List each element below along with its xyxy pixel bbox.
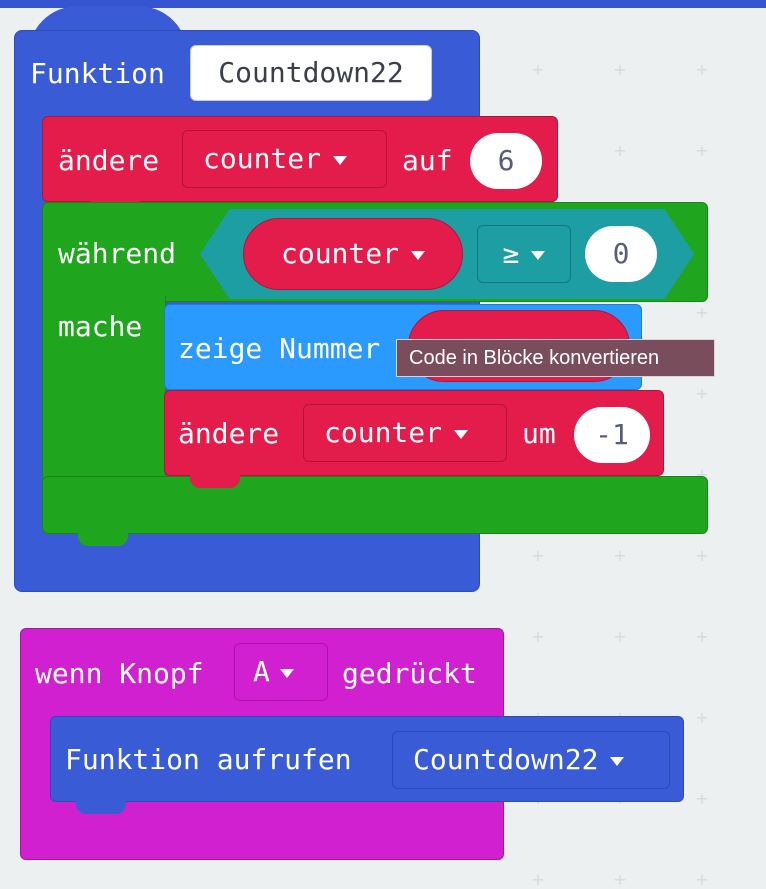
change-block-notch [190,474,240,488]
change-by-label: um [522,417,556,450]
while-keyword: während [58,237,177,270]
grid-plus-mark: + [613,141,627,160]
set-variable-name: counter [203,142,322,175]
call-block-notch [76,800,126,814]
grid-plus-mark: + [695,870,709,889]
grid-plus-mark: + [695,384,709,403]
call-function-label: Funktion aufrufen [65,743,352,776]
button-select-dropdown[interactable]: A [234,643,328,701]
change-value-input[interactable]: -1 [574,407,650,463]
dropdown-arrow-icon [279,668,294,678]
grid-plus-mark: + [531,627,545,646]
grid-plus-mark: + [695,627,709,646]
grid-plus-mark: + [695,789,709,808]
button-prefix-label: wenn Knopf [35,657,204,690]
change-keyword: ändere [178,417,280,450]
grid-plus-mark: + [695,60,709,79]
while-block-footer [42,476,708,534]
grid-plus-mark: + [695,303,709,322]
button-name: A [253,655,270,688]
set-variable-dropdown[interactable]: counter [182,130,387,188]
show-number-label: zeige Nummer [178,332,381,365]
dropdown-arrow-icon [411,250,425,260]
function-keyword: Funktion [30,57,165,90]
condition-variable-name: counter [280,237,399,270]
grid-plus-mark: + [695,141,709,160]
button-suffix-label: gedrückt [342,657,477,690]
comparison-operator-dropdown[interactable]: ≥ [477,225,571,283]
do-label: mache [58,310,143,343]
grid-plus-mark: + [695,546,709,565]
tooltip: Code in Blöcke konvertieren [396,339,715,377]
set-value-input[interactable]: 6 [470,133,542,189]
dropdown-arrow-icon [610,756,625,766]
grid-plus-mark: + [613,627,627,646]
change-variable-name: counter [324,416,443,449]
dropdown-arrow-icon [333,155,348,165]
call-function-name: Countdown22 [413,743,599,776]
condition-value-input[interactable]: 0 [585,226,657,282]
grid-plus-mark: + [613,546,627,565]
grid-plus-mark: + [531,60,545,79]
grid-plus-mark: + [613,870,627,889]
comparison-operator: ≥ [502,237,520,270]
set-to-label: auf [402,144,453,177]
set-keyword: ändere [58,144,160,177]
dropdown-arrow-icon [531,250,546,260]
grid-plus-mark: + [531,546,545,565]
dropdown-arrow-icon [454,429,469,439]
while-block-notch [78,532,128,546]
change-variable-dropdown[interactable]: counter [303,404,507,462]
call-function-dropdown[interactable]: Countdown22 [392,731,670,789]
grid-plus-mark: + [695,708,709,727]
grid-plus-mark: + [613,60,627,79]
grid-plus-mark: + [531,870,545,889]
function-name-field[interactable]: Countdown22 [190,45,432,101]
condition-variable-pill[interactable]: counter [243,218,463,290]
